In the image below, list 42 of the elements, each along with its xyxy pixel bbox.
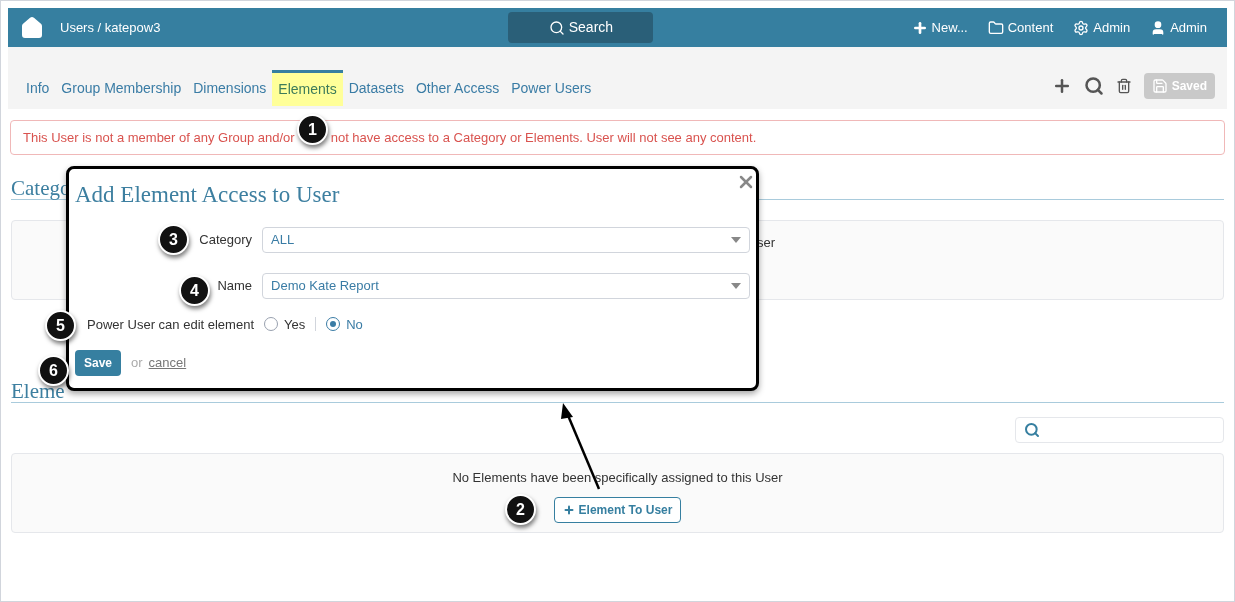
menu-item[interactable]: Admin	[1150, 17, 1207, 38]
breadcrumb: Users / katepow3	[60, 18, 161, 37]
search-icon	[548, 19, 565, 36]
radio-option[interactable]: Yes	[264, 314, 306, 334]
add-element-button[interactable]: Element To User	[553, 496, 682, 523]
select-field[interactable]: ALL	[262, 226, 750, 253]
home-icon[interactable]	[20, 15, 44, 40]
plus-icon	[562, 503, 575, 516]
select-field[interactable]: Demo Kate Report	[262, 272, 750, 299]
plus-icon	[911, 19, 928, 36]
menu-item[interactable]: Content	[987, 17, 1054, 38]
caret-icon	[731, 236, 741, 243]
menu-item[interactable]: New...	[911, 17, 968, 38]
folder-icon	[987, 19, 1004, 36]
tab[interactable]: Power Users	[505, 70, 598, 106]
field-label: Category	[199, 230, 253, 249]
search-button[interactable]: Search	[508, 12, 654, 43]
callout-badge: 6	[38, 355, 69, 386]
dialog-title: Add Element Access to User	[75, 181, 340, 209]
tab[interactable]: Group Membership	[55, 70, 188, 106]
settings-icon	[1073, 19, 1090, 36]
search-icon[interactable]	[1083, 76, 1104, 96]
empty-message: No Elements have been specifically assigned to this User	[452, 469, 783, 487]
save-button[interactable]: Save	[75, 350, 122, 376]
radio-option[interactable]: No	[326, 314, 363, 334]
tab[interactable]: Elements	[272, 70, 343, 106]
tab[interactable]: Datasets	[342, 70, 410, 106]
tab[interactable]: Info	[20, 70, 56, 106]
field-label: Power User can edit element	[86, 315, 254, 334]
alert-text: This User is not a member of any Group and/or	[23, 128, 295, 147]
search-icon	[1024, 422, 1040, 438]
tab[interactable]: Dimensions	[187, 70, 273, 106]
callout-badge: 5	[45, 310, 76, 341]
trash-icon[interactable]	[1115, 78, 1132, 94]
alert-text: not have access to a Category or Elements. User will not see any content.	[330, 128, 757, 147]
tab[interactable]: Other Access	[409, 70, 506, 106]
or-text: or	[131, 354, 143, 373]
caret-icon	[731, 282, 741, 289]
field-label: Name	[217, 276, 253, 295]
cancel-link[interactable]: cancel	[148, 353, 187, 373]
search-field[interactable]	[1015, 417, 1224, 443]
menu-item[interactable]: Admin	[1073, 17, 1131, 38]
